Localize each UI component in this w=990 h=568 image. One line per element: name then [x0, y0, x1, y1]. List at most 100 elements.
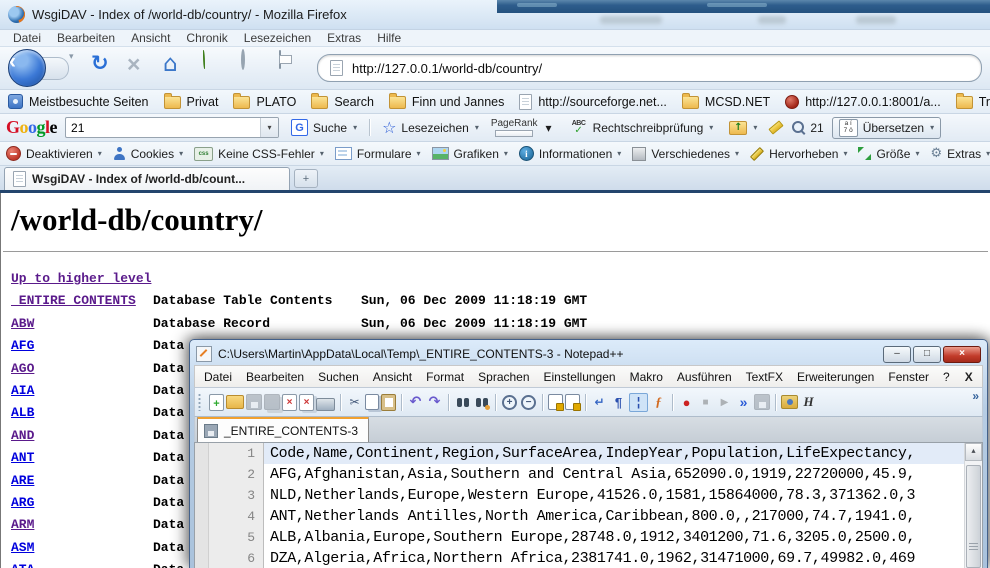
reload-button[interactable] — [91, 51, 119, 85]
bookmark-margin[interactable] — [195, 506, 209, 527]
webdev-menu-button[interactable]: Informationen — [519, 146, 621, 161]
bookmark-item[interactable]: Tree Samples — [956, 94, 990, 109]
replace-icon[interactable] — [473, 394, 490, 411]
new-tab-button[interactable]: + — [294, 169, 318, 188]
bookmark-margin[interactable] — [195, 485, 209, 506]
history-dropdown-icon[interactable] — [69, 51, 81, 85]
close-document-x[interactable]: X — [957, 370, 981, 384]
menu-item[interactable]: Lesezeichen — [237, 31, 318, 45]
sync-horizontal-icon[interactable] — [565, 394, 580, 410]
notepad-menu-item[interactable]: Erweiterungen — [790, 370, 881, 384]
find-icon[interactable] — [454, 394, 471, 411]
editor-area[interactable]: 1 Code,Name,Continent,Region,SurfaceArea… — [194, 442, 983, 568]
entry-link[interactable]: ALB — [11, 402, 153, 424]
bookmark-item[interactable]: PLATO — [233, 94, 296, 109]
url-bar[interactable]: http://127.0.0.1/world-db/country/ — [317, 54, 982, 82]
separator[interactable] — [401, 394, 402, 411]
sage-leaf-button[interactable] — [203, 51, 231, 85]
webdev-menu-button[interactable]: Deaktivieren — [6, 146, 102, 161]
webdev-menu-button[interactable]: Cookies — [113, 147, 183, 161]
entry-link[interactable]: ANT — [11, 447, 153, 469]
notepad-menu-item[interactable]: ? — [936, 370, 957, 384]
save-all-icon[interactable] — [264, 394, 280, 410]
bookmark-margin[interactable] — [195, 527, 209, 548]
notepad-menu-item[interactable]: Datei — [197, 370, 239, 384]
word-wrap-icon[interactable] — [591, 394, 608, 411]
pagerank-dropdown[interactable]: ▾ — [546, 121, 558, 135]
indent-guide-icon[interactable] — [629, 393, 648, 412]
webdev-menu-button[interactable]: Formulare — [335, 147, 421, 161]
entry-link[interactable]: ENTIRE CONTENTS — [11, 290, 153, 312]
sync-vertical-icon[interactable] — [548, 394, 563, 410]
entry-link[interactable]: ATA — [11, 559, 153, 568]
bookmark-item[interactable]: MCSD.NET — [682, 94, 770, 109]
notepad-menu-item[interactable]: Ausführen — [670, 370, 739, 384]
webdev-menu-button[interactable]: Hervorheben — [750, 147, 847, 161]
entry-link[interactable]: AIA — [11, 380, 153, 402]
document-tab[interactable]: _ENTIRE_CONTENTS-3 — [197, 416, 369, 442]
webdev-menu-button[interactable]: Extras — [930, 146, 990, 161]
separator[interactable] — [775, 394, 776, 411]
separator[interactable] — [542, 394, 543, 411]
entry-link[interactable]: ARE — [11, 470, 153, 492]
paste-icon[interactable] — [381, 394, 396, 411]
macro-stop-icon[interactable] — [697, 394, 714, 411]
translate-button[interactable]: Übersetzen — [832, 117, 941, 139]
new-file-icon[interactable] — [209, 394, 224, 411]
clock-button[interactable] — [241, 51, 269, 85]
google-search-box[interactable]: 21 ▾ — [65, 117, 279, 138]
notepad-menu-item[interactable]: Ansicht — [366, 370, 419, 384]
tab-wsgidav[interactable]: WsgiDAV - Index of /world-db/count... — [4, 167, 290, 190]
toolbar-overflow-chevron[interactable]: » — [972, 389, 979, 403]
bookmark-margin[interactable] — [195, 548, 209, 568]
cut-icon[interactable] — [346, 394, 363, 411]
url-text[interactable]: http://127.0.0.1/world-db/country/ — [352, 61, 542, 76]
zoom-in-icon[interactable] — [501, 394, 518, 411]
entry-link[interactable]: ASM — [11, 537, 153, 559]
google-search-button[interactable]: Suche — [287, 117, 361, 138]
menu-item[interactable]: Datei — [6, 31, 48, 45]
notepad-menu-item[interactable]: Format — [419, 370, 471, 384]
close-all-icon[interactable] — [299, 394, 314, 411]
up-to-higher-level-link[interactable]: Up to higher level — [11, 268, 990, 290]
entry-link[interactable]: AFG — [11, 335, 153, 357]
entry-link[interactable]: ARM — [11, 514, 153, 536]
macro-record-icon[interactable] — [678, 394, 695, 411]
separator[interactable] — [672, 394, 673, 411]
notepad-menu-item[interactable]: Makro — [623, 370, 670, 384]
pagerank-widget[interactable]: PageRank — [491, 119, 538, 137]
menu-item[interactable]: Chronik — [179, 31, 234, 45]
google-search-value[interactable]: 21 — [66, 121, 260, 135]
bookmark-margin[interactable] — [195, 443, 209, 464]
search-dropdown-icon[interactable]: ▾ — [260, 118, 278, 137]
entry-link[interactable]: ABW — [11, 313, 153, 335]
webdev-menu-button[interactable]: Verschiedenes — [632, 147, 739, 161]
open-file-icon[interactable] — [226, 395, 244, 409]
show-all-characters-icon[interactable] — [610, 394, 627, 411]
notepad-menu-item[interactable]: TextFX — [739, 370, 790, 384]
bookmark-item[interactable]: Finn und Jannes — [389, 94, 504, 109]
copy-icon[interactable] — [365, 394, 379, 410]
word-find-icon[interactable] — [791, 120, 806, 135]
webdev-menu-button[interactable]: Keine CSS-Fehler — [194, 147, 324, 161]
close-button[interactable]: × — [943, 346, 981, 363]
notepad-menu-item[interactable]: Suchen — [311, 370, 366, 384]
zoom-out-icon[interactable] — [520, 394, 537, 411]
bookmark-margin[interactable] — [195, 464, 209, 485]
macro-run-multiple-icon[interactable] — [735, 394, 752, 411]
scroll-up-icon[interactable]: ▲ — [965, 443, 982, 461]
view-in-browser-icon[interactable] — [781, 395, 798, 409]
notepad-menu-item[interactable]: Sprachen — [471, 370, 536, 384]
macro-save-icon[interactable] — [754, 394, 770, 410]
save-icon[interactable] — [246, 394, 262, 410]
entry-link[interactable]: AGO — [11, 358, 153, 380]
webdev-menu-button[interactable]: Größe — [858, 147, 919, 161]
notepad-menu-item[interactable]: Einstellungen — [537, 370, 623, 384]
stop-button[interactable] — [127, 51, 155, 85]
menu-item[interactable]: Extras — [320, 31, 368, 45]
separator[interactable] — [448, 394, 449, 411]
print-icon[interactable] — [316, 398, 335, 411]
send-to-button[interactable] — [725, 119, 761, 137]
notepad-menu-item[interactable]: Fenster — [881, 370, 936, 384]
redo-icon[interactable] — [426, 394, 443, 411]
